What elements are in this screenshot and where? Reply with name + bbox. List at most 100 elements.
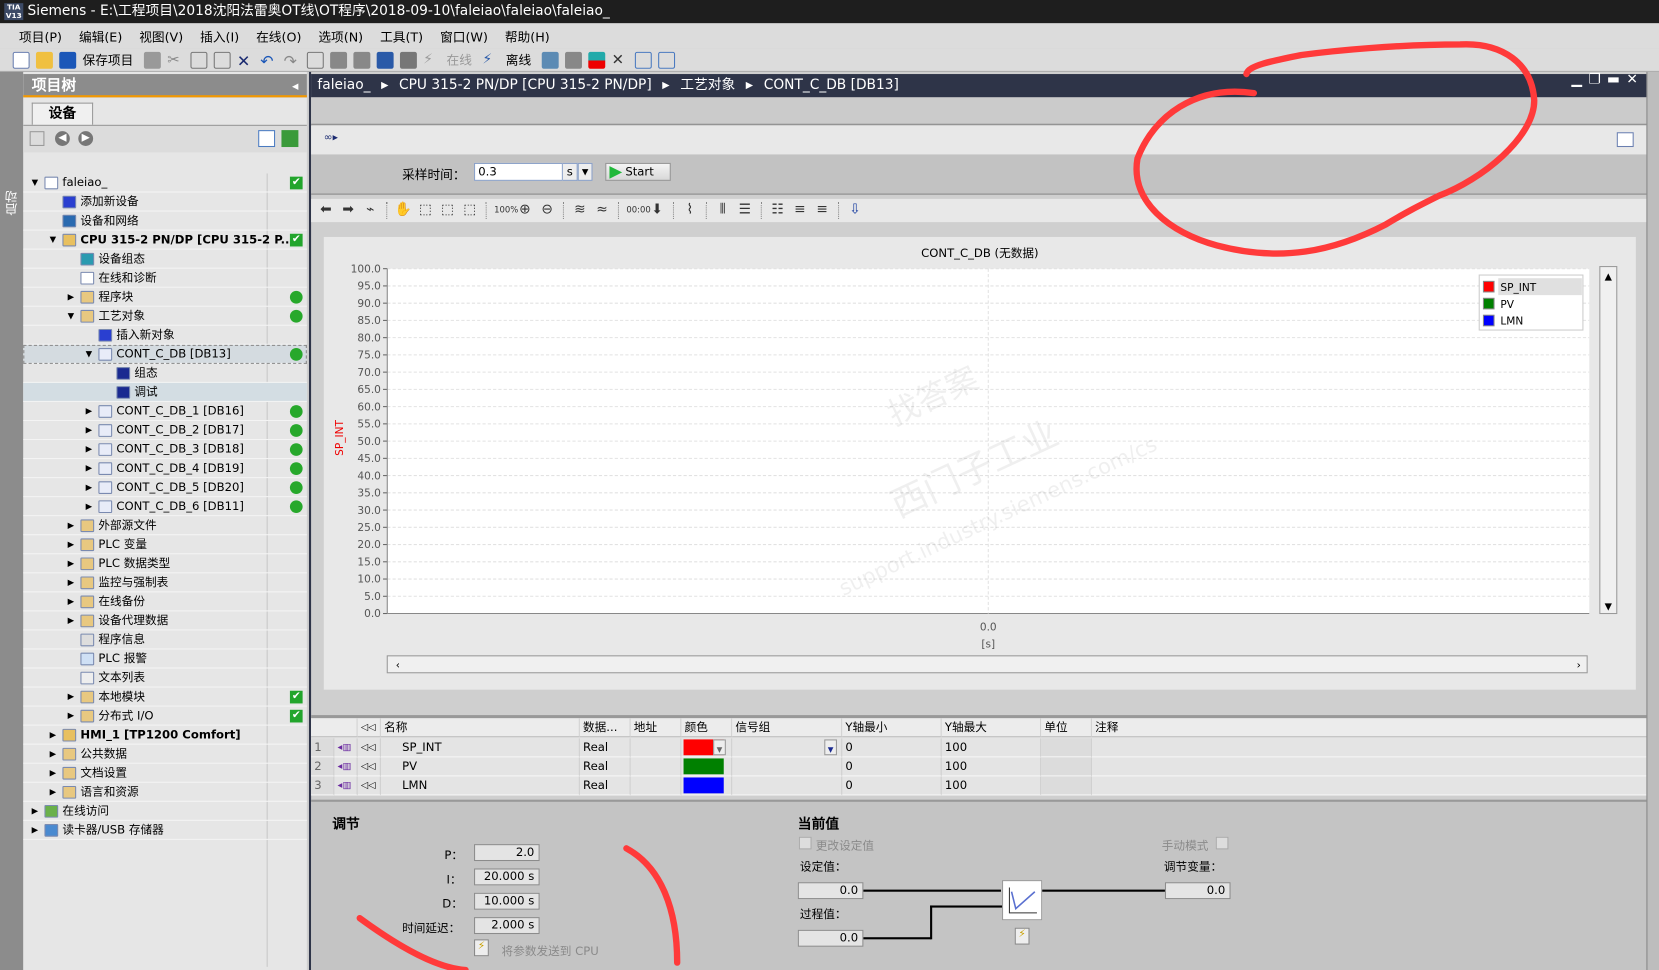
column-header[interactable]: Y轴最小 <box>842 718 942 738</box>
column-header[interactable]: 数据... <box>579 718 631 738</box>
tree-item[interactable]: ▶ 外部源文件 <box>23 516 307 536</box>
stop-cpu-icon[interactable] <box>588 51 606 69</box>
signal-group[interactable] <box>732 776 843 796</box>
signal-color-cell[interactable]: ▼ <box>681 738 733 758</box>
accessible-devices-icon[interactable] <box>541 51 559 69</box>
signal-name[interactable]: PV <box>380 757 580 777</box>
caret-right-icon[interactable]: ▶ <box>48 726 59 745</box>
tree-item[interactable]: 文本列表 <box>23 669 307 688</box>
column-header[interactable]: 地址 <box>630 718 682 738</box>
table-row[interactable]: 2 ◂▥ ◁◁ PV Real 0 100 <box>311 757 1649 777</box>
caret-right-icon[interactable]: ▶ <box>30 821 41 840</box>
chart-vertical-scrollbar[interactable] <box>1599 266 1618 615</box>
redo-icon[interactable]: ↷ <box>284 51 301 70</box>
start-button[interactable]: Start <box>605 162 671 181</box>
menu-item[interactable]: 选项(N) <box>310 27 372 45</box>
new-group-icon[interactable] <box>29 131 45 146</box>
column-header[interactable]: 名称 <box>380 718 580 738</box>
y-axis-min[interactable]: 0 <box>842 776 942 796</box>
align-left-icon[interactable]: ≡ <box>791 202 808 219</box>
caret-right-icon[interactable]: ▶ <box>84 478 95 497</box>
tree-item[interactable]: ▶ CONT_C_DB_2 [DB17] <box>23 421 307 441</box>
cut-icon[interactable]: ✂ <box>167 51 184 68</box>
legend-entry[interactable]: SP_INT <box>1500 282 1536 294</box>
open-project-icon[interactable] <box>35 51 53 69</box>
menu-item[interactable]: 视图(V) <box>131 27 192 45</box>
go-offline-button[interactable]: 离线 <box>506 51 531 69</box>
tree-item[interactable]: 设备和网络 <box>23 212 307 231</box>
table-row[interactable]: 1 ◂▥ ◁◁ SP_INT Real ▼ ▼ 0 100 <box>311 738 1649 758</box>
tree-item[interactable]: ▶ 在线访问 <box>23 802 307 821</box>
y-axis-min[interactable]: 0 <box>842 757 942 777</box>
overview-icon[interactable] <box>258 130 276 148</box>
delay-input[interactable]: 2.000 s <box>474 917 540 935</box>
tree-item[interactable]: ▶ 文档设置 <box>23 764 307 783</box>
tree-item[interactable]: ▶ 语言和资源 <box>23 783 307 802</box>
upload-icon[interactable] <box>353 51 371 69</box>
fit-vertical-icon[interactable]: ≋ <box>571 202 588 219</box>
tree-item[interactable]: 插入新对象 <box>23 326 307 345</box>
menu-item[interactable]: 插入(I) <box>192 27 248 45</box>
change-setpoint-checkbox[interactable] <box>798 836 812 850</box>
save-icon[interactable] <box>59 51 77 69</box>
tree-item[interactable]: 程序信息 <box>23 630 307 650</box>
tree-item[interactable]: ▶ 本地模块 ✔ <box>23 688 307 707</box>
caret-right-icon[interactable]: ▶ <box>84 421 95 440</box>
manual-mode-checkbox[interactable] <box>1215 836 1229 850</box>
i-input[interactable]: 20.000 s <box>474 868 540 886</box>
minimize-icon[interactable]: ▁ <box>1571 72 1582 88</box>
vertical-cursor-icon[interactable]: ⫴ <box>714 202 731 219</box>
tree-item[interactable]: ▼ 工艺对象 <box>23 307 307 326</box>
restore-icon[interactable]: ❐ <box>1588 72 1600 88</box>
tree-item[interactable]: ▶ CONT_C_DB_1 [DB16] <box>23 402 307 422</box>
export-icon[interactable]: ⇩ <box>846 202 863 219</box>
back-icon[interactable]: ⬅ <box>317 202 334 219</box>
pan-hand-icon[interactable]: ✋ <box>395 202 412 219</box>
send-to-cpu-icon[interactable]: ⚡ <box>474 939 489 957</box>
menu-item[interactable]: 窗口(W) <box>432 27 497 45</box>
tree-item[interactable]: ▶ HMI_1 [TP1200 Comfort] <box>23 726 307 745</box>
tree-item[interactable]: ▶ CONT_C_DB_5 [DB20] <box>23 478 307 498</box>
refresh-icon[interactable] <box>281 130 299 148</box>
task-cards-strip[interactable] <box>1646 71 1659 970</box>
forward-icon[interactable]: ➡ <box>340 202 357 219</box>
caret-right-icon[interactable]: ▶ <box>48 764 59 783</box>
caret-right-icon[interactable]: ▶ <box>84 440 95 459</box>
scroll-right-icon[interactable]: › <box>1577 660 1581 672</box>
signal-color-cell[interactable] <box>681 776 733 796</box>
column-header[interactable]: 注释 <box>1091 718 1649 738</box>
tree-item[interactable]: ▶ CONT_C_DB_4 [DB19] <box>23 459 307 479</box>
caret-right-icon[interactable]: ▶ <box>30 802 41 821</box>
download-arrow-icon[interactable]: ⬇ <box>649 202 666 219</box>
tree-item[interactable]: ▶ 监控与强制表 <box>23 573 307 593</box>
menu-item[interactable]: 帮助(H) <box>496 27 558 45</box>
caret-down-icon[interactable]: ▼ <box>66 307 77 326</box>
column-header[interactable]: 单位 <box>1041 718 1092 738</box>
scroll-left-icon[interactable]: ‹ <box>396 660 400 672</box>
forward-icon[interactable]: ▶ <box>78 131 94 146</box>
caret-right-icon[interactable]: ▶ <box>84 459 95 478</box>
layout-icon[interactable] <box>1616 132 1634 148</box>
sampling-unit-dropdown[interactable]: ▼ <box>577 162 593 181</box>
scroll-down-icon[interactable]: ▼ <box>1605 601 1613 612</box>
y-axis-max[interactable]: 100 <box>941 776 1042 796</box>
tree-item[interactable]: ▶ 公共数据 <box>23 745 307 764</box>
horizontal-cursor-icon[interactable]: ☰ <box>736 202 753 219</box>
legend-icon[interactable]: ☷ <box>769 202 786 219</box>
caret-right-icon[interactable]: ▶ <box>66 554 77 573</box>
tree-item[interactable]: 组态 <box>23 364 307 383</box>
monitor-all-icon[interactable]: ∞▸ <box>324 132 338 144</box>
signal-comment[interactable] <box>1091 776 1649 796</box>
maximize-icon[interactable]: ▬ <box>1607 72 1620 88</box>
menu-item[interactable]: 编辑(E) <box>70 27 130 45</box>
runtime-icon[interactable] <box>399 51 417 69</box>
caret-right-icon[interactable]: ▶ <box>66 516 77 535</box>
zoom-in-icon[interactable]: ⊕ <box>516 202 533 219</box>
show-points-icon[interactable]: ⌇ <box>681 202 698 219</box>
align-right-icon[interactable]: ≡ <box>814 202 831 219</box>
tree-item[interactable]: ▶ 在线备份 <box>23 592 307 612</box>
close-x-icon[interactable]: ✕ <box>612 51 629 68</box>
tree-item[interactable]: 设备组态 <box>23 250 307 269</box>
download-icon[interactable] <box>330 51 348 69</box>
tree-item[interactable]: 在线和诊断 <box>23 269 307 288</box>
